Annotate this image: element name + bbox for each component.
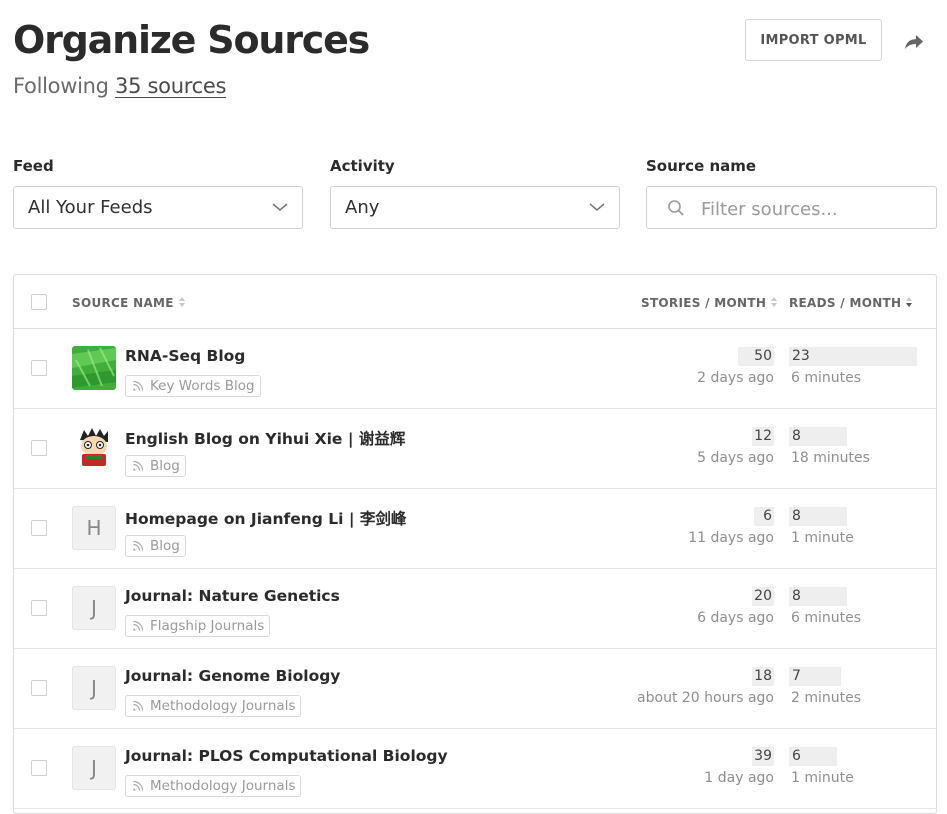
- activity-filter-label: Activity: [330, 157, 395, 175]
- table-row[interactable]: J Journal: Nature Genetics Flagship Journa…: [14, 568, 936, 649]
- stories-per-month: 50: [738, 347, 774, 366]
- source-name[interactable]: Journal: Genome Biology: [125, 667, 340, 685]
- last-updated: 5 days ago: [697, 450, 774, 466]
- stories-per-month: 20: [752, 587, 774, 606]
- rss-icon: [133, 700, 144, 711]
- chevron-down-icon: [589, 203, 605, 211]
- table-row[interactable]: J Journal: PLOS Computational Biology Meth…: [14, 728, 936, 809]
- feed-tag-label: Flagship Journals: [150, 618, 265, 634]
- rss-icon: [133, 460, 144, 471]
- source-name[interactable]: Journal: PLOS Computational Biology: [125, 747, 448, 765]
- chevron-down-icon: [272, 203, 288, 211]
- feed-tag-label: Blog: [150, 458, 180, 474]
- source-name[interactable]: Homepage on Jianfeng Li | 李剑峰: [125, 507, 406, 529]
- sort-desc-icon: [906, 296, 913, 307]
- row-checkbox[interactable]: [31, 440, 47, 456]
- last-updated: 6 days ago: [697, 610, 774, 626]
- reads-per-month: 23: [789, 347, 917, 366]
- reads-per-month: 8: [789, 507, 847, 526]
- source-name-filter-label: Source name: [646, 157, 757, 175]
- feed-select[interactable]: All Your Feeds: [13, 186, 303, 229]
- reads-per-month: 8: [789, 427, 847, 446]
- feed-tag-label: Methodology Journals: [150, 778, 296, 794]
- search-icon: [668, 200, 684, 216]
- source-letter-avatar: J: [72, 746, 116, 790]
- feed-tag[interactable]: Blog: [125, 455, 186, 477]
- stories-per-month: 6: [754, 507, 774, 526]
- select-all-checkbox[interactable]: [31, 294, 47, 310]
- activity-select[interactable]: Any: [330, 186, 620, 229]
- following-sources-link[interactable]: 35 sources: [115, 74, 226, 98]
- following-prefix: Following: [13, 74, 109, 98]
- source-name-header-label: SOURCE NAME: [72, 296, 174, 310]
- stories-per-month: 18: [752, 667, 774, 686]
- feed-tag[interactable]: Blog: [125, 535, 186, 557]
- source-letter-avatar: J: [72, 666, 116, 710]
- last-updated: 2 days ago: [697, 370, 774, 386]
- source-name[interactable]: RNA-Seq Blog: [125, 347, 245, 365]
- rss-icon: [133, 620, 144, 631]
- stories-per-month: 12: [752, 427, 774, 446]
- rss-icon: [133, 780, 144, 791]
- source-letter-avatar: J: [72, 586, 116, 630]
- feed-filter-label: Feed: [13, 157, 54, 175]
- sort-icon: [178, 296, 185, 307]
- table-row[interactable]: J Journal: Genome Biology Methodology Jour…: [14, 648, 936, 729]
- table-row[interactable]: RNA-Seq Blog Key Words Blog 50 2 days ago 23…: [14, 328, 936, 409]
- last-updated: 11 days ago: [688, 530, 774, 546]
- read-time: 18 minutes: [791, 450, 870, 466]
- feed-tag[interactable]: Methodology Journals: [125, 695, 302, 717]
- read-time: 6 minutes: [791, 370, 862, 386]
- source-search-box: [646, 186, 937, 229]
- rss-icon: [133, 380, 144, 391]
- source-name-column-header[interactable]: SOURCE NAME: [72, 296, 186, 310]
- row-checkbox[interactable]: [31, 360, 47, 376]
- stories-header-label: STORIES / MONTH: [641, 296, 767, 310]
- source-favicon: [72, 426, 116, 470]
- row-checkbox[interactable]: [31, 520, 47, 536]
- stories-column-header[interactable]: STORIES / MONTH: [641, 296, 778, 310]
- row-checkbox[interactable]: [31, 760, 47, 776]
- reads-per-month: 6: [789, 747, 837, 766]
- reads-per-month: 7: [789, 667, 841, 686]
- read-time: 2 minutes: [791, 690, 862, 706]
- table-row[interactable]: English Blog on Yihui Xie | 谢益辉 Blog 12 5 d…: [14, 408, 936, 489]
- read-time: 1 minute: [791, 770, 854, 786]
- reads-per-month: 8: [789, 587, 847, 606]
- source-name[interactable]: English Blog on Yihui Xie | 谢益辉: [125, 427, 405, 449]
- activity-select-value: Any: [345, 197, 380, 218]
- following-summary: Following 35 sources: [13, 74, 226, 98]
- feed-tag-label: Blog: [150, 538, 180, 554]
- feed-select-value: All Your Feeds: [28, 197, 153, 218]
- reads-column-header[interactable]: READS / MONTH: [789, 296, 913, 310]
- stories-per-month: 39: [752, 747, 774, 766]
- feed-tag[interactable]: Flagship Journals: [125, 615, 271, 637]
- read-time: 6 minutes: [791, 610, 862, 626]
- source-letter-avatar: H: [72, 506, 116, 550]
- sort-icon: [771, 296, 778, 307]
- read-time: 1 minute: [791, 530, 854, 546]
- feed-tag-label: Methodology Journals: [150, 698, 296, 714]
- source-search-input[interactable]: [699, 195, 928, 223]
- rss-icon: [133, 540, 144, 551]
- feed-tag[interactable]: Key Words Blog: [125, 375, 261, 397]
- page-title: Organize Sources: [13, 18, 370, 62]
- feed-tag[interactable]: Methodology Journals: [125, 775, 302, 797]
- import-opml-button[interactable]: IMPORT OPML: [745, 19, 882, 61]
- row-checkbox[interactable]: [31, 600, 47, 616]
- share-arrow-icon[interactable]: [902, 30, 926, 54]
- last-updated: 1 day ago: [704, 770, 774, 786]
- last-updated: about 20 hours ago: [637, 690, 774, 706]
- feed-tag-label: Key Words Blog: [150, 378, 255, 394]
- table-header: SOURCE NAME STORIES / MONTH READS / MONT…: [14, 275, 936, 329]
- source-favicon: [72, 346, 116, 390]
- reads-header-label: READS / MONTH: [789, 296, 902, 310]
- row-checkbox[interactable]: [31, 680, 47, 696]
- table-row[interactable]: H Homepage on Jianfeng Li | 李剑峰 Blog 6 11 da…: [14, 488, 936, 569]
- sources-table: SOURCE NAME STORIES / MONTH READS / MONT…: [13, 274, 937, 814]
- source-name[interactable]: Journal: Nature Genetics: [125, 587, 340, 605]
